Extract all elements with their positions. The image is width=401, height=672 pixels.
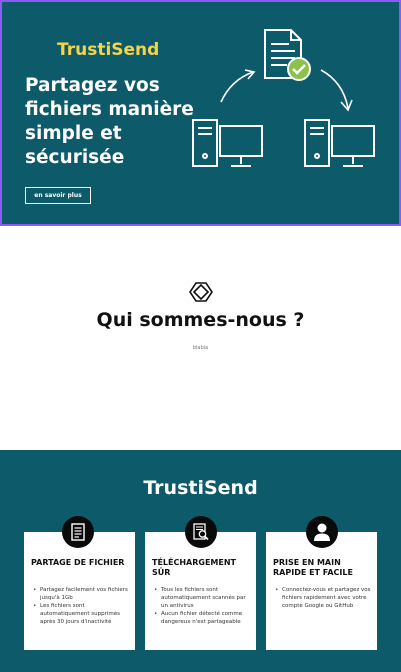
hero-title: Partagez vos fichiers manière simple et … [25, 75, 194, 168]
arrow-icon [220, 69, 353, 112]
file-transfer-illustration [192, 29, 375, 167]
about-title: Qui sommes-nous ? [96, 309, 305, 331]
list-item: Tous les fichiers sont automatiquement s… [153, 586, 253, 610]
card-heading: PRISE EN MAIN RAPIDE ET FACILE [273, 558, 353, 577]
scan-document-icon [185, 516, 217, 548]
computer-icon-right [304, 119, 375, 167]
brand-name: TrustiSend [57, 40, 160, 60]
list-item: Les fichiers sont automatiquement suppri… [32, 602, 132, 626]
learn-more-button[interactable]: en savoir plus [25, 187, 91, 204]
list-item: Aucun fichier détecté comme dangereux n'… [153, 610, 253, 626]
hero-section: TrustiSend Partagez vos fichiers manière… [0, 0, 401, 226]
computer-icon-left [192, 119, 263, 167]
about-subtitle: blabla [192, 345, 209, 351]
card-heading: TÉLÉCHARGEMENT SÛR [152, 558, 237, 577]
file-list-icon [62, 516, 94, 548]
feature-card-file-sharing: PARTAGE DE FICHIER Partagez facilement v… [24, 532, 135, 650]
features-section: TrustiSend PARTAGE DE FICHIER Partagez f… [0, 450, 401, 672]
check-badge-icon [287, 57, 311, 81]
feature-card-safe-download: TÉLÉCHARGEMENT SÛR Tous les fichiers son… [145, 532, 256, 650]
logo-mark-icon [189, 282, 213, 302]
card-heading: PARTAGE DE FICHIER [31, 558, 125, 567]
list-item: Connectez-vous et partagez vos fichiers … [274, 586, 374, 610]
features-title: TrustiSend [143, 477, 258, 499]
card-bullets: Connectez-vous et partagez vos fichiers … [274, 586, 374, 610]
card-bullets: Partagez facilement vos fichiers jusqu'à… [32, 586, 132, 626]
user-icon [306, 516, 338, 548]
card-bullets: Tous les fichiers sont automatiquement s… [153, 586, 253, 626]
feature-card-easy-start: PRISE EN MAIN RAPIDE ET FACILE Connectez… [266, 532, 377, 650]
list-item: Partagez facilement vos fichiers jusqu'à… [32, 586, 132, 602]
